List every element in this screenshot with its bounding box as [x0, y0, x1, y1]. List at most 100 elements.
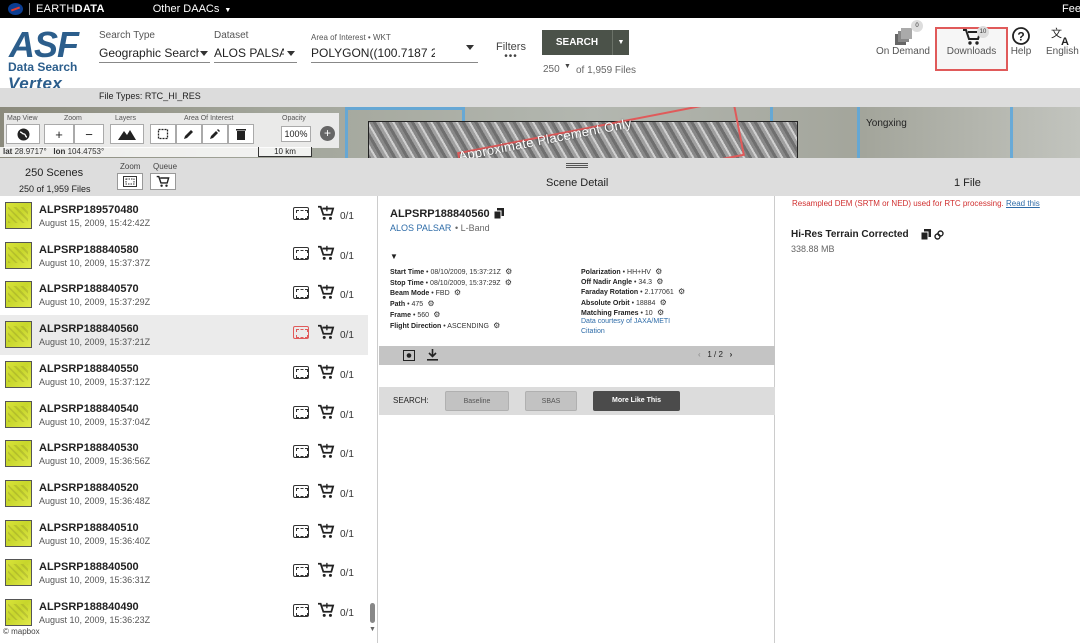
scroll-down-icon[interactable]: ▼	[369, 626, 376, 633]
zoom-to-scene-icon[interactable]	[293, 484, 309, 498]
help-button[interactable]: ? Help	[1009, 18, 1033, 57]
copy-icon[interactable]	[920, 229, 931, 241]
add-to-cart-icon[interactable]	[317, 284, 335, 302]
add-to-cart-icon[interactable]	[317, 602, 335, 620]
zoom-in-icon[interactable]: +	[44, 124, 74, 144]
scene-list-item[interactable]: ALPSRP188840560 August 10, 2009, 15:37:21…	[0, 315, 368, 356]
scene-detail-panel: ALPSRP188840560 ALOS PALSAR • L-Band ▼ S…	[379, 196, 775, 643]
scene-list-item[interactable]: ALPSRP188840570 August 10, 2009, 15:37:29…	[0, 275, 368, 315]
more-like-this-button[interactable]: More Like This	[593, 391, 680, 411]
zoom-to-scene-icon[interactable]	[293, 405, 309, 419]
search-button[interactable]: SEARCH ▼	[542, 30, 629, 55]
aoi-input[interactable]: POLYGON((100.7187 24.6	[311, 46, 435, 60]
data-courtesy-link[interactable]: Data courtesy of JAXA/METI	[581, 318, 670, 325]
scene-list-item[interactable]: ALPSRP188840520 August 10, 2009, 15:36:48…	[0, 474, 368, 514]
scene-list-item[interactable]: ALPSRP188840510 August 10, 2009, 15:36:40…	[0, 514, 368, 554]
resize-handle-icon[interactable]	[566, 163, 588, 168]
citation-link[interactable]: Citation	[581, 328, 605, 335]
map-view[interactable]: Approximate Placement Only Yongxing Map …	[0, 107, 1080, 158]
scene-list-item[interactable]: ALPSRP188840580 August 10, 2009, 15:37:37…	[0, 236, 368, 276]
draw-box-icon[interactable]	[150, 124, 176, 144]
add-to-cart-icon[interactable]	[317, 245, 335, 263]
gear-icon[interactable]: ⚙	[503, 267, 512, 276]
search-type-select[interactable]: Geographic Search	[99, 46, 199, 60]
downloads-label: Downloads	[946, 46, 997, 57]
zoom-all-button[interactable]	[117, 173, 143, 190]
scrollbar[interactable]	[370, 603, 375, 623]
download-icon[interactable]	[427, 349, 438, 361]
next-icon[interactable]: ›	[730, 350, 733, 359]
gear-icon[interactable]: ⚙	[654, 277, 663, 286]
gear-icon[interactable]: ⚙	[655, 308, 664, 317]
link-icon[interactable]	[934, 230, 944, 240]
add-to-cart-icon[interactable]	[317, 364, 335, 382]
add-to-cart-icon[interactable]	[317, 483, 335, 501]
copy-icon[interactable]	[494, 208, 504, 219]
add-to-cart-icon[interactable]	[317, 523, 335, 541]
other-daacs-menu[interactable]: Other DAACs ▼	[153, 3, 232, 15]
chevron-down-icon[interactable]: ▼	[564, 63, 571, 70]
baseline-button[interactable]: Baseline	[445, 391, 509, 411]
add-to-cart-icon[interactable]	[317, 205, 335, 223]
longitude-value: 104.4753°	[67, 147, 105, 156]
dataset-select[interactable]: ALOS PALSAR	[214, 46, 284, 60]
downloads-button[interactable]: 10 Downloads	[937, 18, 1006, 57]
gear-icon[interactable]: ⚙	[431, 310, 440, 319]
dataset-link[interactable]: ALOS PALSAR	[390, 223, 451, 233]
read-this-link[interactable]: Read this	[1006, 199, 1040, 208]
add-layer-icon[interactable]: +	[320, 126, 335, 141]
filters-button[interactable]: Filters •••	[494, 41, 528, 62]
trash-icon[interactable]	[228, 124, 254, 144]
scene-list-item[interactable]: ALPSRP188840550 August 10, 2009, 15:37:12…	[0, 355, 368, 395]
scene-list-item[interactable]: ALPSRP188840490 August 10, 2009, 15:36:23…	[0, 593, 368, 633]
add-to-cart-icon[interactable]	[317, 562, 335, 580]
gear-icon[interactable]: ⚙	[657, 298, 667, 307]
zoom-to-scene-icon[interactable]	[293, 286, 309, 300]
zoom-out-icon[interactable]: −	[74, 124, 104, 144]
gear-icon[interactable]: ⚙	[676, 287, 685, 296]
opacity-select[interactable]: 100%	[281, 126, 311, 142]
max-results-select[interactable]: 250	[543, 64, 560, 75]
scene-list-item[interactable]: ALPSRP188840540 August 10, 2009, 15:37:04…	[0, 395, 368, 435]
scene-thumbnail	[5, 202, 32, 229]
scene-list-item[interactable]: ALPSRP189570480 August 15, 2009, 15:42:42…	[0, 196, 368, 236]
zoom-to-scene-icon[interactable]	[293, 365, 309, 379]
scene-file-count: 0/1	[340, 488, 354, 500]
gear-icon[interactable]: ⚙	[653, 267, 662, 276]
chevron-down-icon	[200, 51, 208, 56]
add-to-cart-icon[interactable]	[317, 324, 335, 342]
zoom-to-scene-icon[interactable]	[293, 564, 309, 578]
globe-icon[interactable]	[6, 124, 40, 144]
gear-icon[interactable]: ⚙	[503, 278, 512, 287]
zoom-to-scene-icon[interactable]	[293, 524, 309, 538]
zoom-to-scene-icon[interactable]	[293, 246, 309, 260]
chevron-down-icon[interactable]	[466, 45, 474, 50]
earthdata-link[interactable]: EARTHDATA	[36, 3, 105, 15]
browse-image-icon[interactable]	[403, 350, 415, 361]
edit-pen-icon[interactable]	[202, 124, 228, 144]
metadata-row: Frame • 560 ⚙	[390, 310, 440, 319]
expand-toggle-icon[interactable]: ▼	[390, 252, 398, 261]
zoom-to-scene-icon[interactable]	[293, 207, 309, 220]
add-to-cart-icon[interactable]	[317, 443, 335, 461]
gear-icon[interactable]: ⚙	[491, 321, 500, 330]
gear-icon[interactable]: ⚙	[425, 299, 434, 308]
scene-list-item[interactable]: ALPSRP188840530 August 10, 2009, 15:36:56…	[0, 434, 368, 474]
scene-list-item[interactable]: ALPSRP188840500 August 10, 2009, 15:36:31…	[0, 553, 368, 593]
draw-pencil-icon[interactable]	[176, 124, 202, 144]
add-to-cart-icon[interactable]	[317, 404, 335, 422]
gear-icon[interactable]: ⚙	[452, 288, 461, 297]
search-options-chevron-icon[interactable]: ▼	[613, 39, 629, 46]
files-count-title: 1 File	[954, 177, 981, 189]
zoom-to-scene-icon[interactable]	[293, 445, 309, 459]
zoom-to-scene-icon[interactable]	[293, 326, 309, 340]
previous-icon[interactable]: ‹	[698, 350, 701, 359]
zoom-to-scene-icon[interactable]	[293, 604, 309, 617]
nasa-logo-icon[interactable]	[8, 3, 23, 15]
sbas-button[interactable]: SBAS	[525, 391, 577, 411]
feedback-link[interactable]: Feedback	[1062, 3, 1080, 15]
mountains-icon[interactable]	[110, 124, 144, 144]
on-demand-button[interactable]: 0 On Demand	[876, 18, 930, 57]
language-button[interactable]: 文 A English	[1046, 18, 1080, 57]
queue-all-button[interactable]	[150, 173, 176, 190]
